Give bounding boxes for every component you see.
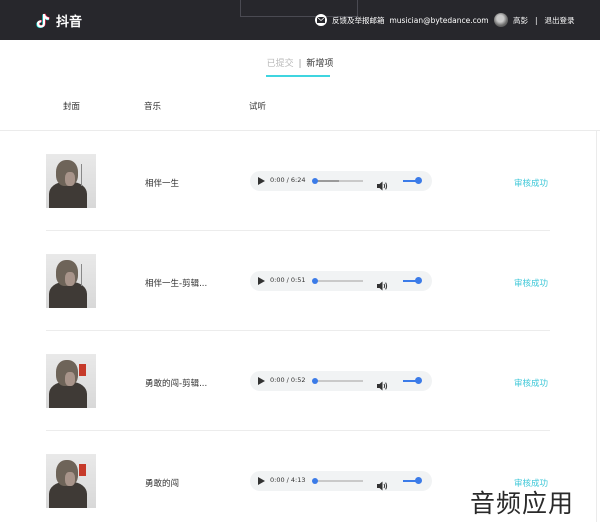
song-title: 勇敢的闯-剪辑... (145, 379, 208, 389)
top-navigation-bar: 抖音 反馈及举报邮箱 musician@bytedance.com 高彭 | 退… (0, 0, 600, 40)
playback-time: 0:00 / 0:52 (270, 376, 306, 384)
volume-handle[interactable] (415, 477, 422, 484)
douyin-note-icon (36, 13, 50, 28)
review-status[interactable]: 审核成功 (514, 377, 548, 389)
douyin-logo[interactable]: 抖音 (36, 11, 82, 30)
volume-handle[interactable] (415, 277, 422, 284)
album-cover (46, 254, 96, 308)
play-icon[interactable] (258, 177, 265, 185)
table-row: 相伴一生 0:00 / 6:24 审核成功 (0, 131, 600, 231)
playback-time: 0:00 / 4:13 (270, 476, 306, 484)
feedback-email[interactable]: musician@bytedance.com (390, 16, 489, 25)
album-cover (46, 354, 96, 408)
volume-icon[interactable] (377, 376, 388, 391)
logo-text: 抖音 (56, 15, 83, 30)
song-title: 勇敢的闯 (145, 479, 180, 489)
album-cover (46, 454, 96, 508)
seek-slider[interactable] (312, 178, 363, 184)
audio-player[interactable]: 0:00 / 0:51 (250, 271, 432, 291)
song-title: 相伴一生-剪辑... (145, 279, 208, 289)
watermark-text: 音频应用 (470, 489, 575, 518)
play-icon[interactable] (258, 477, 265, 485)
logout-link[interactable]: 退出登录 (545, 15, 575, 26)
volume-handle[interactable] (415, 177, 422, 184)
user-menu: 高彭 | 退出登录 (494, 13, 575, 27)
seek-slider[interactable] (312, 278, 363, 284)
play-icon[interactable] (258, 377, 265, 385)
table-row: 相伴一生-剪辑... 0:00 / 0:51 审核成功 (0, 231, 600, 331)
tab-submitted[interactable]: 已提交 (267, 59, 294, 69)
column-header-cover: 封面 (63, 102, 81, 112)
active-tab-underline (266, 75, 330, 77)
table-row: 勇敢的闯-剪辑... 0:00 / 0:52 审核成功 (0, 331, 600, 431)
review-status[interactable]: 审核成功 (514, 277, 548, 289)
playback-time: 0:00 / 0:51 (270, 276, 306, 284)
submission-tabs: 已提交 | 新增项 (0, 56, 600, 69)
review-status[interactable]: 审核成功 (514, 177, 548, 189)
song-title: 相伴一生 (145, 179, 180, 189)
seek-slider[interactable] (312, 478, 363, 484)
seek-handle[interactable] (312, 378, 318, 384)
audio-player[interactable]: 0:00 / 0:52 (250, 371, 432, 391)
volume-icon[interactable] (377, 176, 388, 191)
mail-icon (315, 14, 327, 26)
seek-handle[interactable] (312, 478, 318, 484)
volume-icon[interactable] (377, 276, 388, 291)
column-header-listen: 试听 (249, 102, 267, 112)
seek-slider[interactable] (312, 378, 363, 384)
audio-player[interactable]: 0:00 / 4:13 (250, 471, 432, 491)
user-separator: | (535, 15, 538, 25)
seek-handle[interactable] (312, 278, 318, 284)
play-icon[interactable] (258, 277, 265, 285)
album-cover (46, 154, 96, 208)
volume-icon[interactable] (377, 476, 388, 491)
feedback-contact[interactable]: 反馈及举报邮箱 musician@bytedance.com (315, 14, 489, 26)
playback-time: 0:00 / 6:24 (270, 176, 306, 184)
column-header-music: 音乐 (144, 102, 162, 112)
seek-handle[interactable] (312, 178, 318, 184)
username[interactable]: 高彭 (513, 15, 528, 26)
avatar[interactable] (494, 13, 508, 27)
tab-new-item[interactable]: 新增项 (306, 59, 333, 69)
volume-handle[interactable] (415, 377, 422, 384)
feedback-label: 反馈及举报邮箱 (332, 15, 385, 25)
tab-divider: | (298, 59, 302, 69)
audio-player[interactable]: 0:00 / 6:24 (250, 171, 432, 191)
